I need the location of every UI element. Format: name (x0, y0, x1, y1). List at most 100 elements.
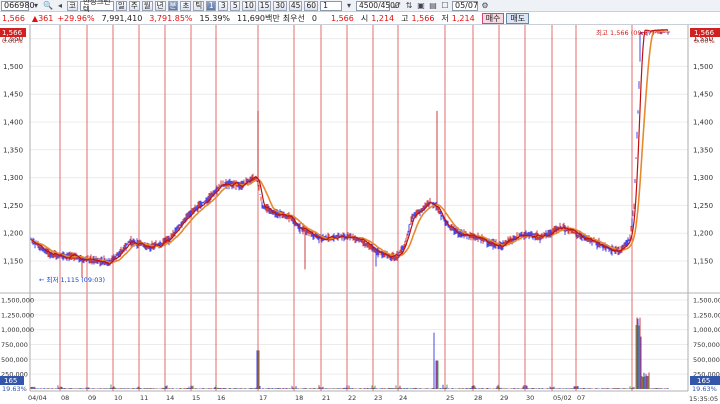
date-label: 11 (140, 394, 148, 402)
volume-tick-left: 750,000 (1, 341, 28, 349)
period-minute[interactable]: 분 (167, 0, 179, 11)
date-label: 28 (474, 394, 482, 402)
quote-bar: 1,566 ▲361 +29.96% 7,991,410 3,791.85% 1… (0, 12, 720, 25)
period-yearly[interactable]: 년 (154, 0, 166, 11)
count-input[interactable]: 1 (319, 0, 342, 11)
interval-60[interactable]: 60 (304, 0, 318, 11)
date-label: 04/04 (28, 394, 47, 402)
open-value: 1,214 (371, 13, 395, 23)
range-input[interactable]: 4500/4500 (355, 0, 400, 11)
volume-tick-right: 750,000 (693, 341, 720, 349)
price-tick-right: 1,400 (693, 119, 713, 127)
date-label: 10 (114, 394, 122, 402)
price-tick-right: 1,450 (693, 91, 713, 99)
period-monthly[interactable]: 월 (141, 0, 153, 11)
price-tick-left: 1,250 (3, 202, 23, 210)
date-label: 30 (526, 394, 534, 402)
date-label: 22 (348, 394, 356, 402)
interval-5[interactable]: 5 (230, 0, 241, 11)
price-tick-left: 1,500 (3, 63, 23, 71)
price-tick-right: 1,300 (693, 174, 713, 182)
price-tick-right: 1,500 (693, 63, 713, 71)
print-icon[interactable]: ▤ (428, 1, 438, 11)
price-tag-left-text: 1,566 (2, 29, 23, 37)
price-tick-right: 1,150 (693, 258, 713, 266)
price-tick-right: 1,250 (693, 202, 713, 210)
volume-tick-left: 1,000,000 (1, 326, 34, 334)
checkbox-icon[interactable]: ☐ (440, 1, 450, 11)
period-weekly[interactable]: 주 (128, 0, 140, 11)
interval-10[interactable]: 10 (242, 0, 256, 11)
settings-icon[interactable]: ⚙ (480, 1, 490, 11)
date-label: 23 (374, 394, 382, 402)
low-label: 저 (441, 13, 449, 23)
period-second[interactable]: 초 (180, 0, 192, 11)
date-label: 16 (217, 394, 225, 402)
volume-tick-right: 1,500,000 (693, 297, 720, 305)
period-tick[interactable]: 틱 (193, 0, 205, 11)
date-label: 15 (192, 394, 200, 402)
volume-tag-right-text: 165 (697, 377, 710, 385)
volume-tick-left: 500,000 (1, 356, 28, 364)
search-icon[interactable]: 🔍 (43, 1, 53, 11)
date-label: 07 (577, 394, 585, 402)
date-label: 09 (88, 394, 96, 402)
interval-1[interactable]: 1 (206, 0, 217, 11)
preferred-value: 0 (311, 13, 317, 23)
date-label: 17 (259, 394, 267, 402)
buy-button[interactable]: 매수 (481, 12, 505, 24)
price-tag-right-text: 1,566 (694, 29, 715, 37)
date-label: 05/02 (553, 394, 572, 402)
time-label: 15:35:05 (689, 395, 718, 403)
low-value: 1,214 (451, 13, 475, 23)
volume-tick-right: 1,250,000 (693, 311, 720, 319)
stock-name-field[interactable]: 한성크린텍 (79, 0, 114, 13)
open-label: 시 (360, 13, 369, 23)
current-price: 1,566 (2, 13, 25, 23)
interval-45[interactable]: 45 (288, 0, 303, 11)
price-tag-right-pct: 0.00% (694, 37, 715, 45)
volume: 7,991,410 (101, 13, 143, 23)
price-tick-left: 1,350 (3, 146, 23, 154)
sell-button[interactable]: 매도 (506, 12, 530, 24)
volume-tag-right-pct: 19.63% (692, 385, 717, 393)
volume-pct: 3,791.85% (149, 13, 193, 23)
count-dropdown-icon[interactable]: ▾ (344, 1, 354, 11)
volume-tag-left-text: 165 (4, 377, 17, 385)
zoom-icon[interactable]: ⤢ (392, 1, 402, 11)
price-tick-left: 1,400 (3, 119, 23, 127)
price-tick-left: 1,150 (3, 258, 23, 266)
price-tick-left: 1,200 (3, 230, 23, 238)
market-type-button[interactable]: 코 (67, 0, 78, 11)
price-chart[interactable]: 1,550 1,5501,500 1,5001,450 1,4501,400 1,400… (0, 25, 720, 404)
volume-tick-left: 1,250,000 (1, 311, 34, 319)
high-annotation: 최고 1,566 (09:27) (596, 28, 655, 37)
price-tick-left: 1,450 (3, 91, 23, 99)
price-tick-left: 1,300 (3, 174, 23, 182)
dropdown-icon[interactable]: ▾ (31, 1, 41, 11)
turnover: 15.39% (199, 13, 231, 23)
code-value: 066980 (4, 0, 35, 10)
volume-tick-left: 1,500,000 (1, 297, 34, 305)
price-tick-right: 1,350 (693, 146, 713, 154)
arrow-icon[interactable]: ⇅ (404, 1, 414, 11)
interval-15[interactable]: 15 (257, 0, 272, 11)
date-label: 25 (446, 394, 454, 402)
chart-bg (0, 25, 720, 404)
change-value: ▲361 (31, 13, 54, 23)
trade-amount: 11,690백만 (237, 13, 280, 23)
interval-3[interactable]: 3 (218, 0, 229, 11)
change-pct: +29.96% (57, 13, 95, 23)
period-daily[interactable]: 일 (115, 0, 127, 11)
date-input[interactable]: 05/07 (451, 0, 478, 11)
date-label: 21 (322, 394, 330, 402)
save-icon[interactable]: ▣ (416, 1, 426, 11)
price-2: 1,566 (330, 13, 354, 23)
date-label: 24 (399, 394, 407, 402)
prev-icon[interactable]: ◂ (55, 1, 65, 11)
toolbar: 066980 ▾ 🔍 ◂ 코 한성크린텍 일 주 월 년 분 초 틱 1 3 5… (0, 0, 720, 13)
interval-30[interactable]: 30 (273, 0, 287, 11)
date-label: 29 (500, 394, 508, 402)
volume-tag-left-pct: 19.63% (2, 385, 27, 393)
code-input[interactable]: 066980 (1, 0, 35, 11)
